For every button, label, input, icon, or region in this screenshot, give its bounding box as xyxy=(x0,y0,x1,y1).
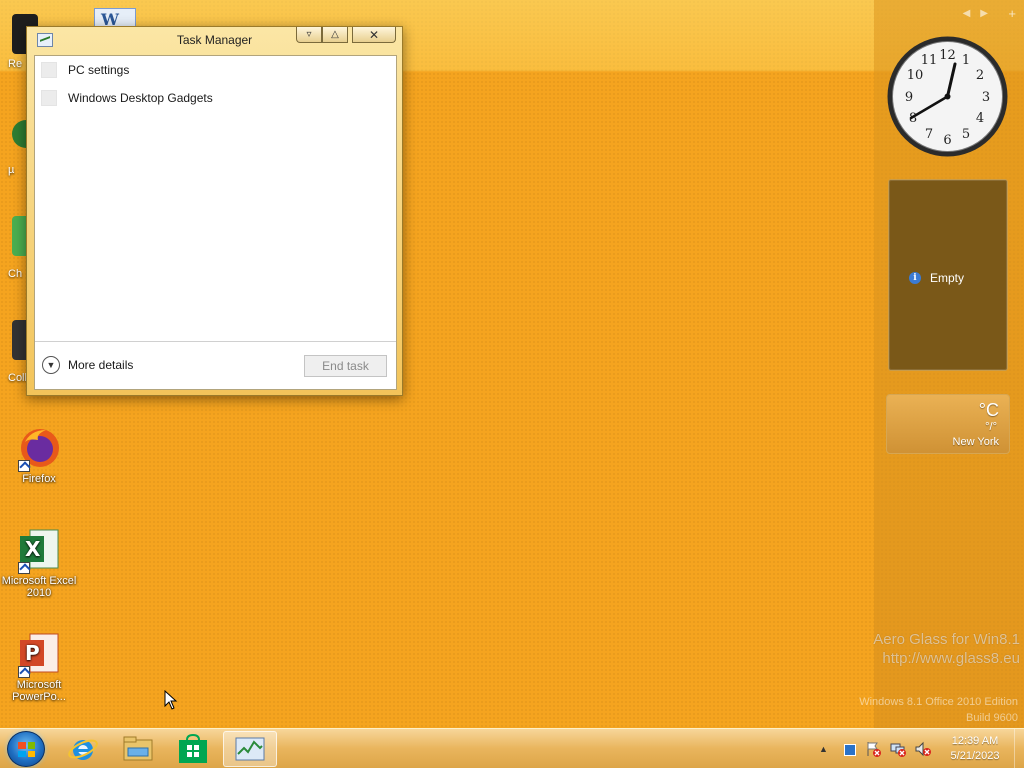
add-gadget-icon[interactable]: + xyxy=(1008,6,1016,21)
desktop-icon-label: Ch xyxy=(8,268,23,280)
firefox-icon xyxy=(16,424,62,472)
svg-text:9: 9 xyxy=(905,90,913,105)
action-center-icon[interactable] xyxy=(844,744,856,756)
maximize-button[interactable]: △ xyxy=(322,27,348,43)
title-bar[interactable]: Task Manager ▿ △ ✕ xyxy=(27,27,402,54)
edition-line: Build 9600 xyxy=(966,712,1018,724)
sidebar-nav: ◀ ▶ xyxy=(963,8,988,19)
chevron-down-icon: ▿ xyxy=(306,29,312,40)
taskbar-clock[interactable]: 12:39 AM 5/21/2023 xyxy=(940,734,1010,764)
weather-gadget[interactable]: °C °/° New York xyxy=(886,394,1010,454)
task-list-panel: PC settings Windows Desktop Gadgets ▼ Mo… xyxy=(34,55,397,390)
volume-muted-icon[interactable] xyxy=(915,741,931,757)
process-name: PC settings xyxy=(68,63,130,77)
task-manager-window[interactable]: Task Manager ▿ △ ✕ PC settings Windows D… xyxy=(26,26,403,396)
store-icon xyxy=(179,734,207,763)
desktop-icon-label: Firefox xyxy=(22,473,56,485)
desktop-icon-label: Microsoft Excel xyxy=(1,575,77,587)
previous-icon[interactable]: ◀ xyxy=(963,8,971,19)
info-icon: i xyxy=(909,272,921,284)
taskbar: ▲ 12:39 AM 5/21/2023 xyxy=(0,728,1024,768)
svg-text:1: 1 xyxy=(962,53,970,68)
shortcut-arrow-icon xyxy=(18,562,30,574)
desktop-icon-label: µ xyxy=(8,164,15,176)
desktop-icon-label-2: PowerPo... xyxy=(12,691,66,703)
window-controls: ▿ △ ✕ xyxy=(296,27,396,43)
end-task-button[interactable]: End task xyxy=(304,355,387,377)
close-icon: ✕ xyxy=(368,27,380,42)
clock-time: 12:39 AM xyxy=(951,735,999,747)
app-icon xyxy=(41,62,57,78)
taskbar-store[interactable] xyxy=(166,731,220,767)
flag-warning-icon[interactable] xyxy=(865,741,881,757)
gadget-empty-text: Empty xyxy=(930,271,965,285)
file-explorer-icon xyxy=(123,736,153,761)
desktop-icon-firefox[interactable]: Firefox xyxy=(1,424,77,485)
desktop-icon-powerpoint[interactable]: P Microsoft PowerPo... xyxy=(1,630,77,703)
taskbar-internet-explorer[interactable] xyxy=(56,731,110,767)
weather-temperature: °C xyxy=(978,400,999,420)
clock-date: 5/21/2023 xyxy=(950,750,1000,762)
clock-icon: 12 1 2 3 4 5 6 7 8 9 10 11 xyxy=(887,36,1008,157)
task-manager-icon xyxy=(235,737,265,761)
taskbar-file-explorer[interactable] xyxy=(111,731,165,767)
taskbar-task-manager[interactable] xyxy=(223,731,277,767)
process-name: Windows Desktop Gadgets xyxy=(68,91,213,105)
shortcut-arrow-icon xyxy=(18,460,30,472)
aero-glass-watermark: Aero Glass for Win8.1 http://www.glass8.… xyxy=(873,630,1020,668)
start-button[interactable] xyxy=(7,731,45,767)
desktop-icon-label: Coll xyxy=(8,372,27,384)
svg-text:6: 6 xyxy=(943,133,951,148)
desktop-icon-label: Re xyxy=(8,58,23,70)
svg-text:3: 3 xyxy=(982,90,990,105)
weather-city: New York xyxy=(952,436,999,448)
shortcut-arrow-icon xyxy=(18,666,30,678)
network-icon[interactable] xyxy=(890,741,906,757)
svg-text:10: 10 xyxy=(907,68,924,83)
chevron-down-icon: ▼ xyxy=(42,356,60,374)
list-item[interactable]: Windows Desktop Gadgets xyxy=(35,84,396,112)
show-desktop-button[interactable] xyxy=(1014,729,1024,768)
svg-text:12: 12 xyxy=(939,48,956,63)
next-icon[interactable]: ▶ xyxy=(980,8,988,19)
watermark-line: http://www.glass8.eu xyxy=(882,650,1020,667)
powerpoint-icon: P xyxy=(16,630,62,678)
list-item[interactable]: PC settings xyxy=(35,56,396,84)
excel-icon: X xyxy=(16,526,62,574)
desktop: Re µ Ch Coll W Firefox X Microsoft Excel… xyxy=(0,0,1024,728)
internet-explorer-icon xyxy=(68,739,98,760)
minimize-button[interactable]: ▿ xyxy=(296,27,322,43)
watermark-line: Aero Glass for Win8.1 xyxy=(873,631,1020,648)
chevron-up-icon: △ xyxy=(331,29,339,40)
svg-text:4: 4 xyxy=(976,111,984,126)
svg-text:11: 11 xyxy=(921,53,938,68)
task-manager-footer: ▼ More details End task xyxy=(35,341,396,389)
feed-headlines-gadget[interactable]: i Empty xyxy=(888,179,1008,371)
edition-line: Windows 8.1 Office 2010 Edition xyxy=(859,696,1018,708)
app-icon xyxy=(41,90,57,106)
system-tray: ▲ 12:39 AM 5/21/2023 xyxy=(819,729,1024,768)
word-icon[interactable]: W xyxy=(94,8,136,29)
desktop-icon-excel[interactable]: X Microsoft Excel 2010 xyxy=(1,526,77,599)
svg-text:P: P xyxy=(25,641,40,665)
windows-edition-watermark: Windows 8.1 Office 2010 Edition Build 96… xyxy=(859,694,1018,726)
svg-text:2: 2 xyxy=(976,68,984,83)
more-details-button[interactable]: ▼ More details xyxy=(42,356,133,374)
desktop-icon-label: Microsoft xyxy=(16,679,62,691)
desktop-icon-label-2: 2010 xyxy=(26,587,52,599)
windows-logo-icon xyxy=(18,742,35,757)
svg-text:5: 5 xyxy=(962,127,970,142)
clock-gadget[interactable]: 12 1 2 3 4 5 6 7 8 9 10 11 xyxy=(885,34,1010,159)
gadget-status: i Empty xyxy=(909,271,964,285)
more-details-label: More details xyxy=(68,358,134,372)
close-button[interactable]: ✕ xyxy=(352,27,396,43)
weather-range: °/° xyxy=(985,421,997,433)
mouse-cursor-icon xyxy=(164,690,178,710)
show-hidden-icons-icon[interactable]: ▲ xyxy=(819,741,835,757)
svg-text:X: X xyxy=(25,537,41,561)
svg-text:7: 7 xyxy=(925,127,933,142)
